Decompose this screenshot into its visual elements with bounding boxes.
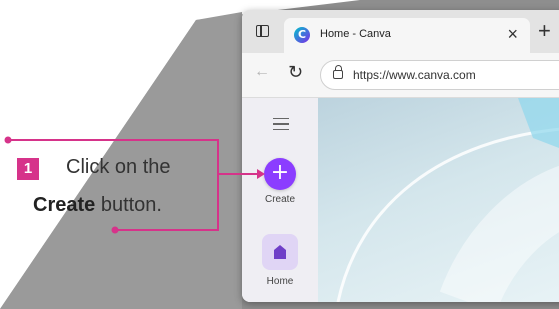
callout-text-rest: button. bbox=[95, 194, 162, 216]
callout-text-line1: Click on the bbox=[66, 156, 171, 178]
callout-create-keyword: Create bbox=[33, 194, 96, 216]
callout-text-line2: Create button. bbox=[33, 194, 162, 217]
callout-connector bbox=[4, 136, 265, 234]
step-number-badge: 1 bbox=[17, 158, 39, 180]
